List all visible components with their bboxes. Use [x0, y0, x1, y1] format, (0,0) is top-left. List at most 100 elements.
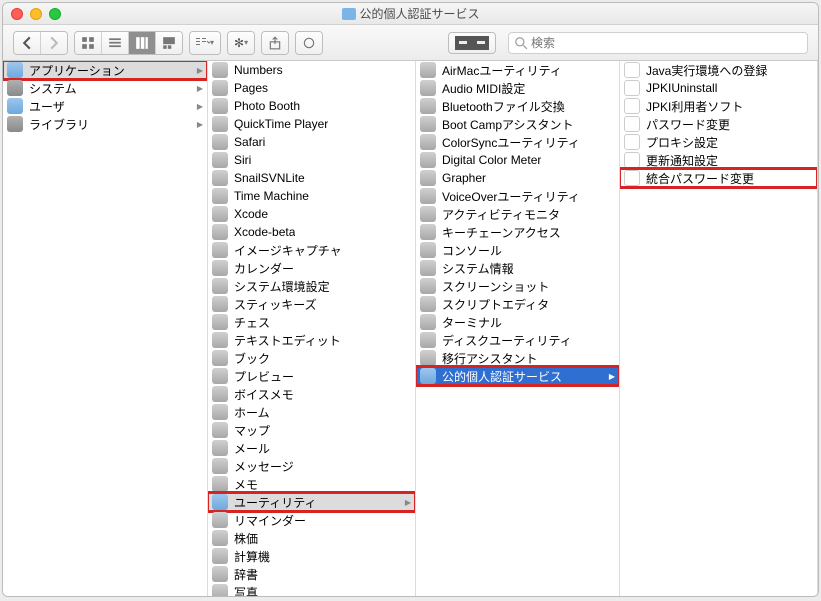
list-item[interactable]: メール: [208, 439, 415, 457]
list-item[interactable]: Numbers: [208, 61, 415, 79]
list-item[interactable]: Digital Color Meter: [416, 151, 619, 169]
list-item[interactable]: システム環境設定: [208, 277, 415, 295]
column-4[interactable]: Java実行環境への登録JPKIUninstallJPKI利用者ソフトパスワード…: [620, 61, 818, 596]
list-item[interactable]: プレビュー: [208, 367, 415, 385]
item-label: メール: [234, 440, 270, 457]
list-item[interactable]: Java実行環境への登録: [620, 61, 817, 79]
list-item[interactable]: Xcode-beta: [208, 223, 415, 241]
list-item[interactable]: 更新通知設定: [620, 151, 817, 169]
list-item[interactable]: Boot Campアシスタント: [416, 115, 619, 133]
list-item[interactable]: 移行アシスタント: [416, 349, 619, 367]
search-input[interactable]: [508, 32, 808, 54]
app-icon: [420, 170, 436, 186]
list-item[interactable]: メモ: [208, 475, 415, 493]
window-title-text: 公的個人認証サービス: [359, 5, 479, 22]
list-item[interactable]: スクリーンショット: [416, 277, 619, 295]
item-label: Photo Booth: [234, 99, 300, 113]
list-item[interactable]: マップ: [208, 421, 415, 439]
app-icon: [420, 350, 436, 366]
list-item[interactable]: ユーザ: [3, 97, 207, 115]
forward-button[interactable]: [41, 32, 67, 54]
view-gallery-button[interactable]: [156, 32, 182, 54]
nav-buttons: [13, 31, 68, 55]
list-item[interactable]: システム: [3, 79, 207, 97]
app-icon: [212, 224, 228, 240]
list-item[interactable]: アクティビティモニタ: [416, 205, 619, 223]
list-item[interactable]: カレンダー: [208, 259, 415, 277]
list-item[interactable]: VoiceOverユーティリティ: [416, 187, 619, 205]
share-button[interactable]: [262, 32, 288, 54]
list-item[interactable]: 公的個人認証サービス: [416, 367, 619, 385]
tags-button[interactable]: [296, 32, 322, 54]
list-item[interactable]: 統合パスワード変更: [620, 169, 817, 187]
view-column-button[interactable]: [129, 32, 156, 54]
list-item[interactable]: プロキシ設定: [620, 133, 817, 151]
app-icon: [212, 188, 228, 204]
list-item[interactable]: Time Machine: [208, 187, 415, 205]
list-item[interactable]: ライブラリ: [3, 115, 207, 133]
list-item[interactable]: テキストエディット: [208, 331, 415, 349]
app-icon: [212, 350, 228, 366]
list-item[interactable]: 辞書: [208, 565, 415, 583]
list-item[interactable]: 計算機: [208, 547, 415, 565]
view-icon-button[interactable]: [75, 32, 102, 54]
list-item[interactable]: ディスクユーティリティ: [416, 331, 619, 349]
gear-icon: ✻: [234, 36, 244, 50]
app-icon: [212, 242, 228, 258]
list-item[interactable]: パスワード変更: [620, 115, 817, 133]
list-item[interactable]: コンソール: [416, 241, 619, 259]
action-button[interactable]: ✻ ▾: [228, 32, 254, 54]
list-item[interactable]: JPKI利用者ソフト: [620, 97, 817, 115]
list-item[interactable]: ブック: [208, 349, 415, 367]
list-item[interactable]: Grapher: [416, 169, 619, 187]
item-label: Time Machine: [234, 189, 309, 203]
list-item[interactable]: Audio MIDI設定: [416, 79, 619, 97]
column-browser: アプリケーションシステムユーザライブラリ NumbersPages Photo B…: [3, 61, 818, 596]
column-3[interactable]: AirMacユーティリティAudio MIDI設定Bluetoothファイル交換…: [416, 61, 620, 596]
list-item[interactable]: Photo Booth: [208, 97, 415, 115]
list-item[interactable]: チェス: [208, 313, 415, 331]
item-label: ターミナル: [442, 314, 502, 331]
list-item[interactable]: Xcode: [208, 205, 415, 223]
item-label: Boot Campアシスタント: [442, 116, 574, 133]
list-item[interactable]: メッセージ: [208, 457, 415, 475]
app-icon: [420, 332, 436, 348]
minimize-icon[interactable]: [30, 8, 42, 20]
close-icon[interactable]: [11, 8, 23, 20]
app-icon: [420, 260, 436, 276]
column-2[interactable]: NumbersPagesPhoto BoothQuickTime PlayerS…: [208, 61, 416, 596]
list-item[interactable]: ColorSyncユーティリティ: [416, 133, 619, 151]
list-item[interactable]: AirMacユーティリティ: [416, 61, 619, 79]
list-item[interactable]: JPKIUninstall: [620, 79, 817, 97]
list-item[interactable]: キーチェーンアクセス: [416, 223, 619, 241]
list-item[interactable]: Safari: [208, 133, 415, 151]
item-label: アプリケーション: [29, 62, 125, 79]
list-item[interactable]: QuickTime Player: [208, 115, 415, 133]
list-item[interactable]: スティッキーズ: [208, 295, 415, 313]
list-item[interactable]: アプリケーション: [3, 61, 207, 79]
list-item[interactable]: Bluetoothファイル交換: [416, 97, 619, 115]
list-item[interactable]: 株価: [208, 529, 415, 547]
zoom-icon[interactable]: [49, 8, 61, 20]
list-item[interactable]: ホーム: [208, 403, 415, 421]
list-item[interactable]: ユーティリティ: [208, 493, 415, 511]
list-item[interactable]: リマインダー: [208, 511, 415, 529]
column-1[interactable]: アプリケーションシステムユーザライブラリ: [3, 61, 208, 596]
item-label: 計算機: [234, 548, 270, 565]
back-button[interactable]: [14, 32, 41, 54]
list-item[interactable]: イメージキャプチャ: [208, 241, 415, 259]
list-item[interactable]: システム情報: [416, 259, 619, 277]
list-item[interactable]: ボイスメモ: [208, 385, 415, 403]
list-item[interactable]: ターミナル: [416, 313, 619, 331]
list-item[interactable]: SnailSVNLite: [208, 169, 415, 187]
list-item[interactable]: Siri: [208, 151, 415, 169]
view-list-button[interactable]: [102, 32, 129, 54]
app-icon: [212, 116, 228, 132]
window-controls: [11, 8, 61, 20]
item-label: システム環境設定: [234, 278, 330, 295]
app-icon: [420, 314, 436, 330]
list-item[interactable]: スクリプトエディタ: [416, 295, 619, 313]
list-item[interactable]: Pages: [208, 79, 415, 97]
arrange-button[interactable]: ▾: [190, 32, 220, 54]
list-item[interactable]: 写真: [208, 583, 415, 596]
